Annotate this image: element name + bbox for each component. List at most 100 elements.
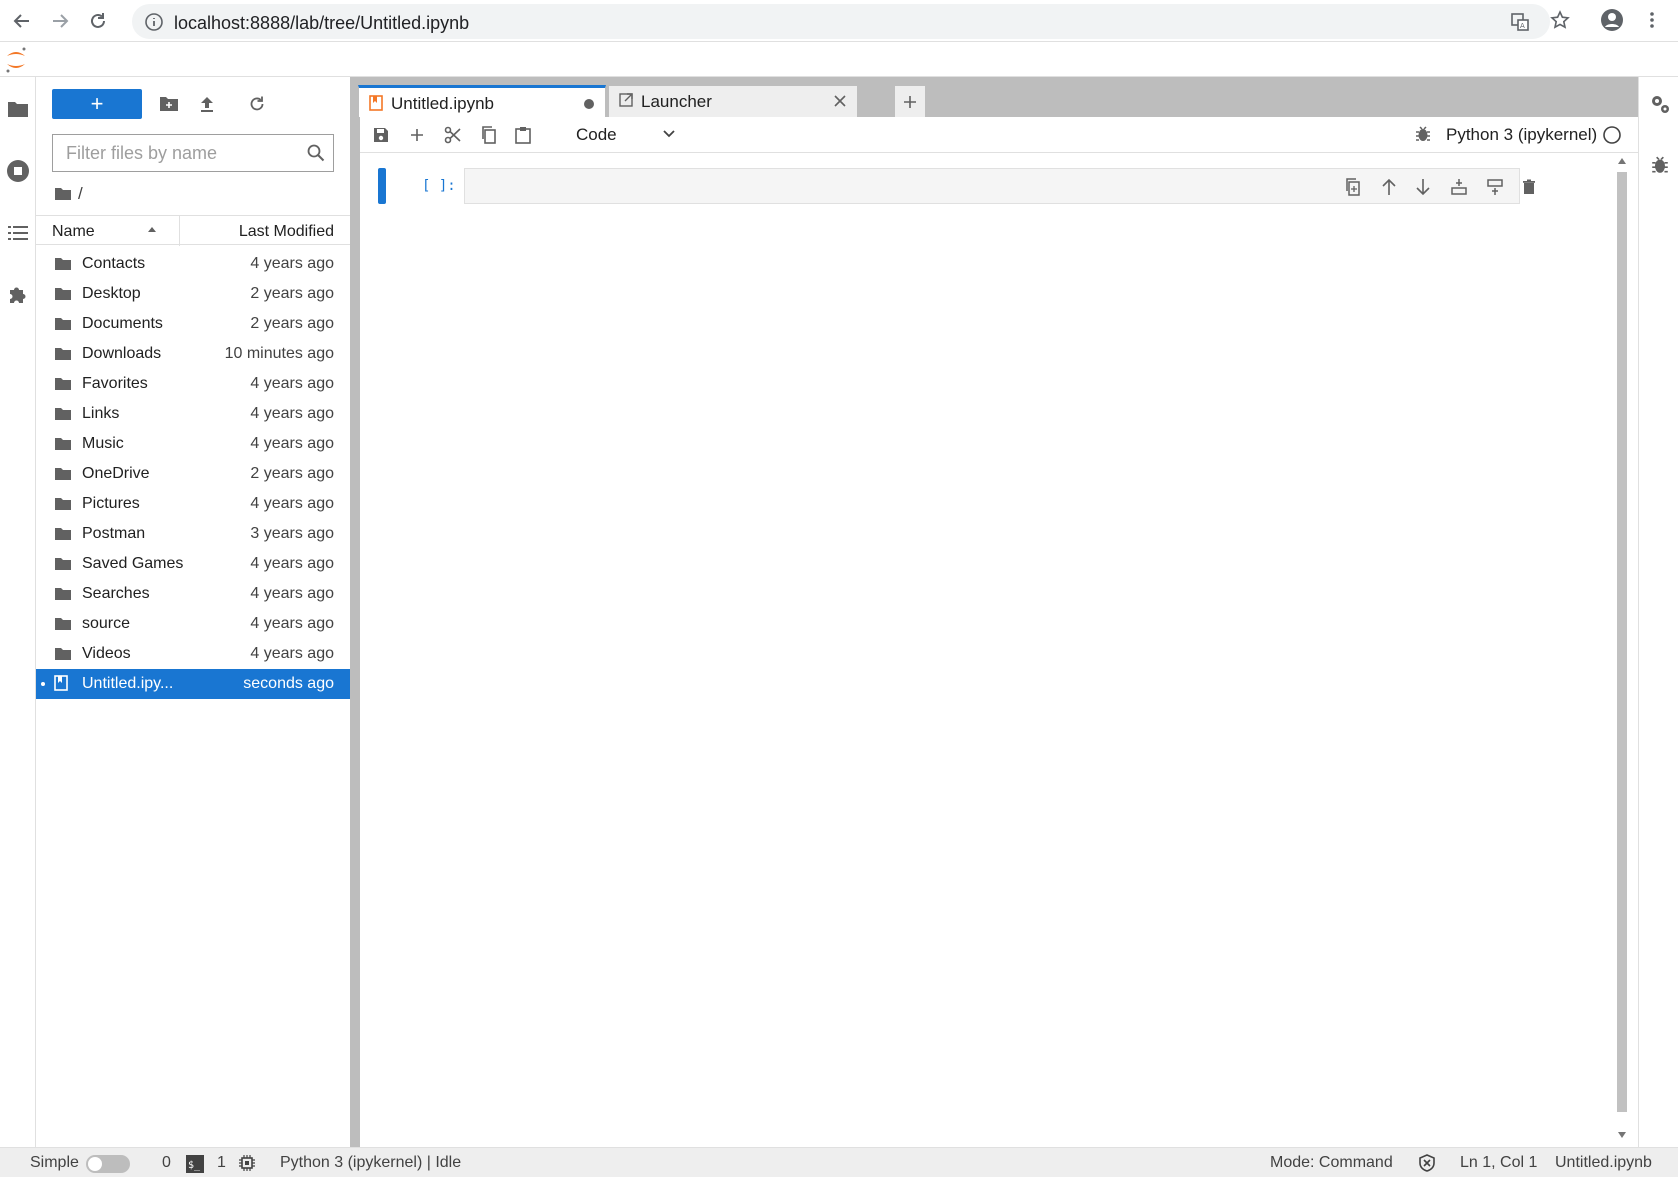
file-browser-tab[interactable] [4,95,32,123]
filter-files-input[interactable] [54,136,294,170]
file-row[interactable]: source 4 years ago [36,609,350,639]
file-row[interactable]: Saved Games 4 years ago [36,549,350,579]
file-row[interactable]: OneDrive 2 years ago [36,459,350,489]
file-row[interactable]: Music 4 years ago [36,429,350,459]
property-inspector-gears-icon[interactable] [1649,93,1671,115]
breadcrumb-root[interactable]: / [78,184,83,204]
arrow-up-icon [1382,178,1396,195]
cell-active-indicator[interactable] [378,168,386,204]
toggle-knob [88,1157,102,1171]
url-text[interactable]: localhost:8888/lab/tree/Untitled.ipynb [174,13,469,34]
insert-cell-button[interactable] [404,122,430,148]
profile-icon[interactable] [1600,8,1624,32]
cursor-position[interactable]: Ln 1, Col 1 [1460,1154,1537,1172]
file-row[interactable]: Links 4 years ago [36,399,350,429]
insert-cell-below-button[interactable] [1483,175,1507,199]
table-of-contents-tab[interactable] [4,219,32,247]
folder-icon [55,348,71,360]
name-column-header[interactable]: Name [52,223,95,241]
file-row[interactable]: Videos 4 years ago [36,639,350,669]
move-cell-down-button[interactable] [1411,175,1435,199]
cut-button[interactable] [440,122,466,148]
notebook-scrollbar[interactable] [1614,154,1630,1144]
file-name: Links [82,405,120,422]
running-indicator-dot [41,682,45,686]
jupyter-logo-icon[interactable] [4,46,28,74]
back-button[interactable] [8,7,36,35]
terminal-icon[interactable]: $_ [186,1155,204,1173]
duplicate-icon [1346,178,1360,196]
new-launcher-button[interactable]: + [52,89,142,119]
code-cell[interactable]: [ ]: [378,168,1535,204]
list-icon [8,226,28,240]
file-name: Favorites [82,375,148,392]
folder-icon [55,498,71,510]
folder-icon [55,648,71,660]
scroll-thumb[interactable] [1617,172,1627,1112]
file-modified: 4 years ago [250,615,334,632]
file-row[interactable]: Favorites 4 years ago [36,369,350,399]
clipboard-icon [515,127,531,144]
kernel-status-text[interactable]: Python 3 (ipykernel) | Idle [280,1154,461,1172]
kernel-name-button[interactable]: Python 3 (ipykernel) [1446,125,1597,145]
simple-mode-toggle[interactable] [86,1155,130,1173]
running-sessions-tab[interactable] [4,157,32,185]
refresh-button[interactable] [244,91,270,117]
translate-icon[interactable]: A [1510,12,1530,32]
cell-input-editor[interactable] [464,168,1535,204]
file-row[interactable]: Documents 2 years ago [36,309,350,339]
star-icon[interactable] [1550,10,1570,30]
file-name: Postman [82,525,146,542]
trusted-shield-icon[interactable] [1418,1154,1436,1172]
last-modified-column-header[interactable]: Last Modified [239,223,334,241]
left-activity-bar [0,77,36,1147]
info-icon[interactable] [144,12,164,32]
tab-launcher[interactable]: Launcher [608,85,858,117]
column-separator[interactable] [179,216,180,246]
file-row[interactable]: Untitled.ipy... seconds ago [36,669,350,699]
tab-untitled-notebook[interactable]: Untitled.ipynb [358,85,606,117]
address-bar[interactable]: localhost:8888/lab/tree/Untitled.ipynb A [132,4,1550,39]
file-row[interactable]: Postman 3 years ago [36,519,350,549]
file-modified: 4 years ago [250,585,334,602]
kernels-count[interactable]: 1 [217,1154,226,1172]
terminals-count[interactable]: 0 [162,1154,171,1172]
move-cell-up-button[interactable] [1377,175,1401,199]
debugger-toggle-icon[interactable] [1414,125,1432,143]
more-vertical-icon[interactable] [1642,10,1662,30]
file-modified: 4 years ago [250,255,334,272]
close-icon[interactable] [833,94,847,108]
scissors-icon [444,126,461,144]
file-row[interactable]: Contacts 4 years ago [36,249,350,279]
copy-icon [482,126,496,144]
cell-type-select[interactable]: Code [570,122,680,148]
forward-button[interactable] [46,7,74,35]
file-row[interactable]: Searches 4 years ago [36,579,350,609]
upload-button[interactable] [194,91,220,117]
breadcrumb[interactable]: / [54,182,83,206]
scroll-down-icon[interactable] [1617,1131,1627,1139]
copy-button[interactable] [476,122,502,148]
debugger-bug-icon[interactable] [1650,155,1670,175]
insert-cell-above-button[interactable] [1447,175,1471,199]
reload-button[interactable] [84,7,112,35]
file-row[interactable]: Desktop 2 years ago [36,279,350,309]
kernel-chip-icon[interactable] [238,1154,256,1172]
file-row[interactable]: Downloads 10 minutes ago [36,339,350,369]
extension-manager-tab[interactable] [4,281,32,309]
file-list-header: Name Last Modified [36,215,350,246]
folder-icon [55,258,71,270]
unsaved-dot-icon[interactable] [583,98,595,110]
paste-button[interactable] [510,122,536,148]
save-button[interactable] [368,122,394,148]
add-tab-button[interactable] [894,85,926,117]
scroll-up-icon[interactable] [1617,157,1627,165]
duplicate-cell-button[interactable] [1341,175,1365,199]
new-folder-button[interactable] [156,91,182,117]
file-row[interactable]: Pictures 4 years ago [36,489,350,519]
main-dock-area: Untitled.ipynb Launcher Code Python 3 (i… [358,77,1638,1147]
delete-cell-button[interactable] [1517,175,1541,199]
folder-icon [8,102,28,117]
file-modified: 2 years ago [250,285,334,302]
save-icon [374,128,388,142]
